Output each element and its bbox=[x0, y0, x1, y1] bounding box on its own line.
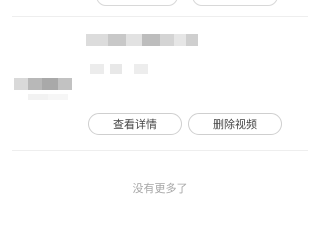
video-list-screen: 查看详情 删除视频 没有更多了 bbox=[0, 0, 320, 240]
item-divider bbox=[12, 16, 308, 17]
no-more-indicator: 没有更多了 bbox=[132, 182, 188, 195]
previous-view-details-button[interactable] bbox=[96, 0, 178, 6]
video-title-redacted bbox=[86, 34, 198, 46]
video-thumbnail-redacted bbox=[14, 78, 72, 90]
video-meta-redacted bbox=[28, 94, 68, 100]
previous-item-actions bbox=[0, 0, 320, 6]
view-details-button[interactable]: 查看详情 bbox=[88, 113, 182, 135]
delete-video-button[interactable]: 删除视频 bbox=[188, 113, 282, 135]
previous-delete-video-button[interactable] bbox=[192, 0, 278, 6]
video-subtitle-redacted bbox=[90, 64, 148, 74]
item-divider bbox=[12, 150, 308, 151]
